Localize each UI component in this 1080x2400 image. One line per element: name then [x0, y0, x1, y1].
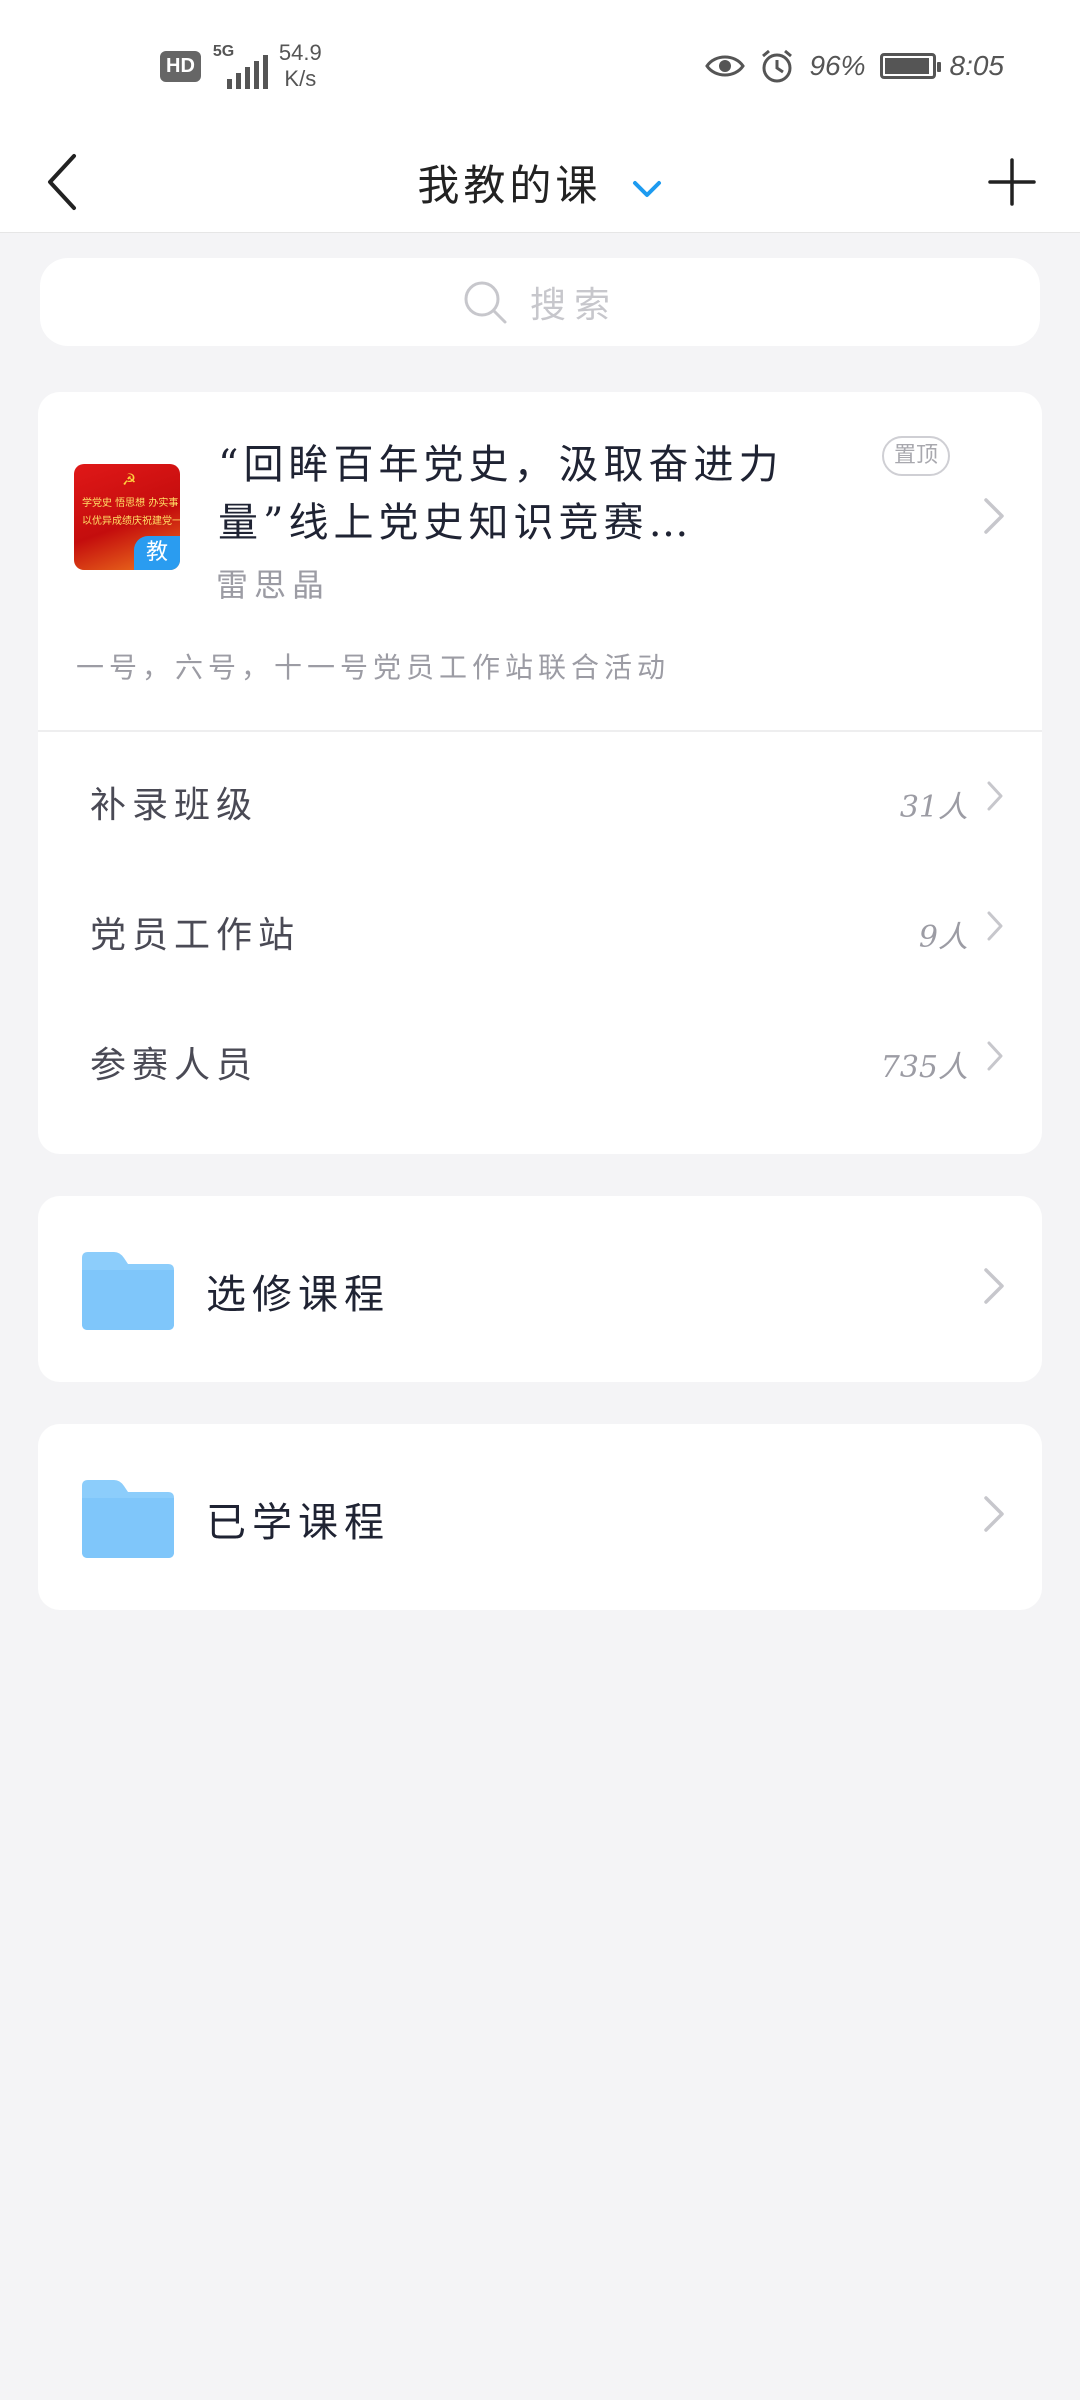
class-count: 735人: [880, 1050, 968, 1085]
alarm-icon: [762, 49, 793, 83]
speed-value: 54.9: [278, 40, 322, 65]
status-left: HD 5G 54.9 K/s: [160, 40, 322, 92]
pin-badge: 置顶: [881, 436, 950, 476]
chevron-right-icon: [984, 1496, 1004, 1532]
battery-percent: 96%: [809, 50, 866, 81]
network-speed: 54.9 K/s: [279, 40, 322, 92]
course-description: 一号，六号，十一号党员工作站联合活动: [76, 651, 671, 684]
chevron-right-icon: [984, 1268, 1004, 1304]
add-icon[interactable]: [980, 150, 1044, 214]
class-name: 补录班级: [90, 785, 259, 826]
chevron-right-icon: [987, 781, 1003, 811]
page-title: 我教的课: [417, 161, 602, 210]
folder-icon: [82, 1480, 174, 1558]
search-placeholder: 搜索: [529, 285, 618, 326]
speed-unit: K/s: [284, 66, 317, 91]
course-title: “回眸百年党史，汲取奋进力量”线上党史知识竞赛…: [218, 442, 784, 546]
folder-icon: [82, 1252, 174, 1330]
thumb-text-1: 学党史 悟思想 办实事 开新局: [82, 498, 180, 509]
divider: [38, 730, 1042, 732]
status-right: 96% 8:05: [705, 48, 1004, 84]
folder-label: 选修课程: [206, 1272, 390, 1318]
class-row[interactable]: 参赛人员 735人: [38, 994, 1042, 1124]
class-row[interactable]: 党员工作站 9人: [38, 864, 1042, 994]
course-header[interactable]: ☭ 学党史 悟思想 办实事 开新局 以优异成绩庆祝建党一百周年 教 “回眸百年党…: [38, 392, 1042, 730]
class-row[interactable]: 补录班级 31人: [38, 734, 1042, 864]
folder-item-learned[interactable]: 已学课程: [38, 1424, 1042, 1610]
screen: HD 5G 54.9 K/s 96% 8:05 我教的课 搜索 ☭ 学党史 悟思…: [0, 0, 1080, 2400]
party-emblem-icon: ☭: [122, 470, 137, 489]
search-icon: [464, 281, 507, 324]
class-name: 参赛人员: [90, 1045, 259, 1086]
page-title-dropdown[interactable]: 我教的课: [0, 152, 1080, 213]
clock: 8:05: [949, 50, 1005, 81]
chevron-right-icon: [987, 911, 1003, 941]
search-bar[interactable]: 搜索: [40, 258, 1040, 346]
signal-icon: 5G: [213, 43, 268, 89]
folder-item-elective[interactable]: 选修课程: [38, 1196, 1042, 1382]
folder-label: 已学课程: [206, 1500, 390, 1546]
eye-icon: [705, 55, 746, 77]
status-bar: HD 5G 54.9 K/s 96% 8:05: [0, 0, 1080, 132]
nav-bar: 我教的课: [0, 132, 1080, 233]
chevron-right-icon: [987, 1041, 1003, 1071]
hd-badge: HD: [160, 50, 201, 82]
chevron-down-icon: [632, 181, 661, 197]
thumb-text-2: 以优异成绩庆祝建党一百周年: [82, 516, 180, 527]
course-teacher: 雷思晶: [216, 566, 331, 604]
class-count: 31人: [899, 790, 968, 825]
class-name: 党员工作站: [90, 915, 301, 956]
chevron-right-icon: [984, 498, 1004, 534]
teacher-badge: 教: [134, 536, 180, 570]
course-card: ☭ 学党史 悟思想 办实事 开新局 以优异成绩庆祝建党一百周年 教 “回眸百年党…: [38, 392, 1042, 1154]
battery-icon: [879, 53, 941, 79]
course-thumbnail: ☭ 学党史 悟思想 办实事 开新局 以优异成绩庆祝建党一百周年 教: [74, 464, 180, 570]
class-count: 9人: [918, 920, 968, 955]
